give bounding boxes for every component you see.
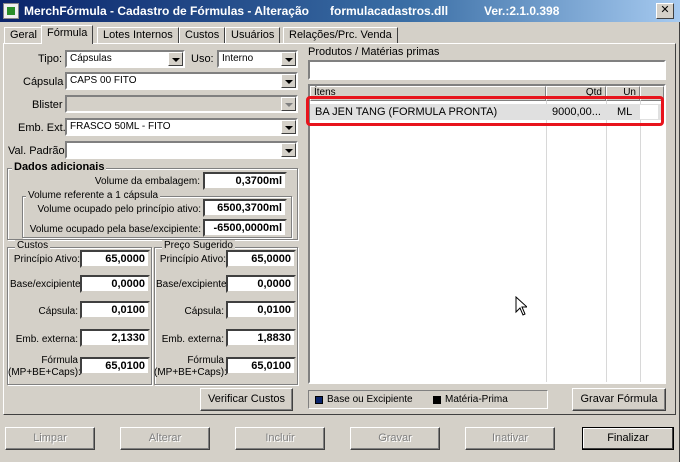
- version-label: Ver.:2.1.0.398: [484, 4, 560, 18]
- row-highlight: [306, 96, 664, 126]
- vol-base-value: -6500,0000ml: [203, 219, 287, 237]
- dll-name: formulacadastros.dll: [330, 4, 449, 18]
- chevron-down-icon[interactable]: [281, 120, 296, 134]
- custo-formula-label-1: Fórmula: [41, 355, 78, 366]
- chevron-down-icon[interactable]: [281, 97, 296, 111]
- chevron-down-icon[interactable]: [168, 52, 183, 66]
- custo-capsula-value: 0,0100: [80, 301, 150, 319]
- uso-label: Uso:: [191, 53, 214, 65]
- uso-select[interactable]: Interno: [217, 50, 298, 68]
- preco-formula-label-1: Fórmula: [187, 355, 224, 366]
- mouse-cursor-icon: [515, 295, 529, 319]
- emb-ext-value: FRASCO 50ML - FITO: [70, 121, 171, 132]
- preco-base-label: Base/excipiente:: [156, 279, 230, 290]
- close-icon: ✕: [660, 4, 670, 16]
- tab-geral[interactable]: Geral: [4, 27, 43, 44]
- custo-formula-value: 65,0100: [80, 357, 150, 375]
- custo-emb-value: 2,1330: [80, 329, 150, 347]
- finalizar-button[interactable]: Finalizar: [582, 427, 674, 450]
- tab-custos[interactable]: Custos: [179, 27, 226, 44]
- column-divider: [546, 101, 547, 382]
- uso-value: Interno: [222, 53, 254, 64]
- app-icon: [3, 3, 19, 19]
- vol-embalagem-value: 0,3700ml: [203, 172, 287, 190]
- legend: Base ou Excipiente Matéria-Prima: [308, 390, 548, 409]
- tab-usuarios[interactable]: Usuários: [225, 27, 281, 44]
- dados-adicionais-title: Dados adicionais: [12, 161, 107, 173]
- column-divider: [606, 101, 607, 382]
- limpar-button[interactable]: Limpar: [5, 427, 95, 450]
- preco-emb-value: 1,8830: [226, 329, 296, 347]
- custo-formula-label-2: (MP+BE+Caps):: [8, 367, 81, 378]
- vol-base-label: Volume ocupado pela base/excipiente:: [29, 224, 201, 235]
- custos-title: Custos: [15, 240, 51, 251]
- inativar-button[interactable]: Inativar: [465, 427, 555, 450]
- preco-base-value: 0,0000: [226, 275, 296, 293]
- verificar-custos-button[interactable]: Verificar Custos: [200, 388, 293, 411]
- tipo-select[interactable]: Cápsulas: [65, 50, 185, 68]
- produtos-title: Produtos / Matérias primas: [308, 46, 440, 58]
- blister-label: Blister: [32, 99, 63, 111]
- custo-principio-label: Princípio Ativo:: [13, 254, 80, 265]
- tab-formula[interactable]: Fórmula: [41, 25, 94, 44]
- custo-base-label: Base/excipiente:: [10, 279, 84, 290]
- emb-ext-select[interactable]: FRASCO 50ML - FITO: [65, 118, 298, 136]
- chevron-down-icon[interactable]: [281, 74, 296, 88]
- tab-relacoes[interactable]: Relações/Prc. Venda: [283, 27, 398, 44]
- preco-sugerido-title: Preço Sugerido: [162, 240, 235, 251]
- legend-base-label: Base ou Excipiente: [327, 394, 413, 405]
- materia-swatch: [433, 396, 441, 404]
- vol-ref-title: Volume referente a 1 cápsula: [26, 190, 161, 201]
- main-window: MerchFórmula - Cadastro de Fórmulas - Al…: [0, 0, 680, 462]
- window-title: MerchFórmula - Cadastro de Fórmulas - Al…: [24, 4, 309, 18]
- preco-capsula-value: 0,0100: [226, 301, 296, 319]
- emb-ext-label: Emb. Ext.: [18, 122, 66, 134]
- capsula-select[interactable]: CAPS 00 FITO: [65, 72, 298, 90]
- preco-formula-value: 65,0100: [226, 357, 296, 375]
- blister-select[interactable]: [65, 95, 298, 113]
- background-window-edge: [681, 0, 687, 462]
- capsula-label: Cápsula: [23, 76, 64, 88]
- close-button[interactable]: ✕: [656, 3, 674, 19]
- preco-formula-label-2: (MP+BE+Caps):: [154, 367, 227, 378]
- gravar-formula-button[interactable]: Gravar Fórmula: [572, 388, 666, 411]
- chevron-down-icon[interactable]: [281, 52, 296, 66]
- vol-principio-label: Volume ocupado pelo princípio ativo:: [37, 204, 201, 215]
- custo-emb-label: Emb. externa:: [15, 334, 78, 345]
- tab-lotes-internos[interactable]: Lotes Internos: [97, 27, 179, 44]
- base-swatch: [315, 396, 323, 404]
- custo-principio-value: 65,0000: [80, 250, 150, 268]
- alterar-button[interactable]: Alterar: [120, 427, 210, 450]
- tipo-value: Cápsulas: [70, 53, 112, 64]
- preco-principio-label: Princípio Ativo:: [159, 254, 226, 265]
- title-bar[interactable]: MerchFórmula - Cadastro de Fórmulas - Al…: [0, 0, 680, 22]
- preco-capsula-label: Cápsula:: [184, 306, 224, 317]
- preco-emb-label: Emb. externa:: [161, 334, 224, 345]
- gravar-button[interactable]: Gravar: [350, 427, 440, 450]
- produtos-list[interactable]: Ítens Qtd Un BA JEN TANG (FORMULA PRONTA…: [308, 84, 666, 384]
- legend-materia-label: Matéria-Prima: [445, 394, 508, 405]
- tipo-label: Tipo:: [38, 53, 63, 65]
- val-padrao-label: Val. Padrão: [8, 145, 65, 157]
- chevron-down-icon[interactable]: [281, 143, 296, 157]
- incluir-button[interactable]: Incluir: [235, 427, 325, 450]
- produto-search-input[interactable]: [308, 60, 666, 80]
- custo-base-value: 0,0000: [80, 275, 150, 293]
- preco-principio-value: 65,0000: [226, 250, 296, 268]
- column-divider: [640, 101, 641, 382]
- val-padrao-select[interactable]: [65, 141, 298, 159]
- vol-embalagem-label: Volume da embalagem:: [94, 176, 200, 187]
- custo-capsula-label: Cápsula:: [38, 306, 78, 317]
- vol-principio-value: 6500,3700ml: [203, 199, 287, 217]
- capsula-value: CAPS 00 FITO: [70, 75, 137, 86]
